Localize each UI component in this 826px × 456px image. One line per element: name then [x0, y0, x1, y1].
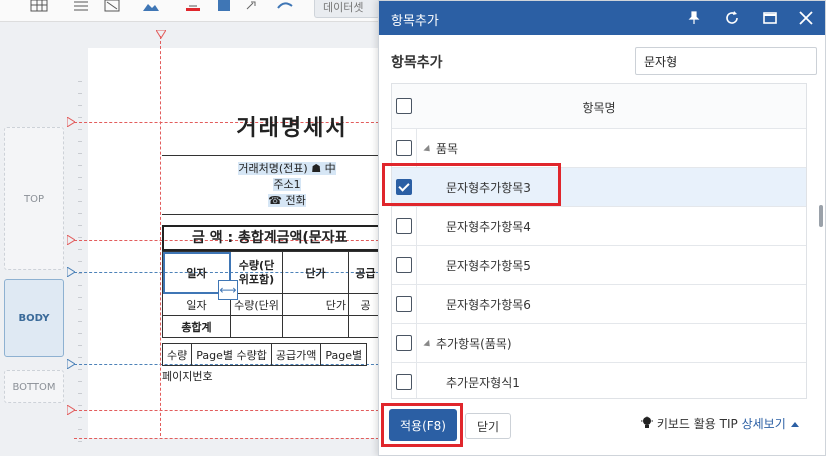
line-icon[interactable]	[104, 0, 122, 12]
maximize-icon[interactable]	[761, 9, 779, 27]
guide-line	[74, 410, 384, 411]
lightbulb-icon	[641, 416, 653, 428]
item-checkbox[interactable]	[396, 257, 412, 273]
item-checkbox[interactable]	[396, 140, 412, 156]
customer-name-field[interactable]: 거래처명(전표) ☗ 中	[238, 162, 336, 175]
band-marker-icon[interactable]	[67, 359, 75, 369]
highlight-box	[381, 403, 463, 447]
footer-page-amount[interactable]: Page별	[320, 343, 368, 366]
items-table[interactable]: 일자 수량(단 위포함) 단가 공급 일자 수량(단위 단가 공 총합계	[162, 251, 383, 338]
keyboard-tip: 키보드 활용 TIP 상세보기	[641, 415, 800, 432]
image-icon[interactable]	[142, 0, 160, 12]
footer-supply-amount[interactable]: 공급가액	[270, 343, 322, 366]
highlight-box	[382, 163, 561, 206]
address-field[interactable]: 주소1	[273, 178, 301, 191]
item-checkbox[interactable]	[396, 296, 412, 312]
band-marker-icon[interactable]	[67, 405, 75, 415]
customer-info-box[interactable]: 거래처명(전표) ☗ 中 주소1 ☎ 전화	[162, 155, 412, 215]
item-label: 문자형추가항목4	[446, 220, 531, 234]
guide-line	[74, 438, 384, 439]
list-scrollbar[interactable]	[819, 205, 823, 227]
band-marker-icon[interactable]	[67, 117, 75, 127]
band-top[interactable]: TOP	[4, 127, 64, 270]
item-checkbox[interactable]	[396, 218, 412, 234]
dialog-title: 항목추가	[391, 14, 439, 29]
band-marker-icon[interactable]	[67, 235, 75, 245]
expand-icon[interactable]	[423, 144, 433, 155]
search-input[interactable]	[635, 47, 817, 75]
close-icon[interactable]	[797, 9, 815, 27]
item-label: 문자형추가항목5	[446, 259, 531, 273]
expand-icon[interactable]	[423, 339, 433, 350]
list-item[interactable]: 문자형추가항목4	[392, 207, 806, 246]
vertical-ruler	[74, 70, 82, 450]
dataset-button[interactable]: 데이터셋	[314, 0, 380, 18]
dialog-subtitle: 항목추가	[391, 55, 443, 71]
item-checkbox[interactable]	[396, 374, 412, 390]
unlink-icon[interactable]	[276, 0, 294, 12]
total-amount-field[interactable]: 금 액 : 총합계금액(문자표	[162, 225, 402, 251]
item-label: 추가문자형식1	[446, 376, 520, 390]
table-icon[interactable]	[30, 0, 48, 12]
cell-total-label[interactable]: 총합계	[162, 315, 231, 338]
list-item[interactable]: 추가문자형식1	[392, 363, 806, 398]
column-header-item-name: 항목명	[582, 101, 616, 115]
item-label: 문자형추가항목6	[446, 298, 531, 312]
item-list: 항목명 품목 문자형추가항목3 문자형추가항목4 문자형추가항목5 문자형추가항…	[391, 83, 807, 399]
add-item-dialog: 항목추가 항목추가 항목명 품목 문자형추가항목3 문자형추가항목4 문자형추가…	[378, 0, 826, 456]
pin-icon[interactable]	[685, 9, 703, 27]
tip-detail-link[interactable]: 상세보기	[742, 417, 786, 431]
footer-quantity[interactable]: 수량	[161, 343, 193, 366]
close-button[interactable]: 닫기	[465, 413, 511, 439]
link-icon[interactable]	[244, 0, 262, 12]
column-marker-icon[interactable]	[156, 30, 166, 40]
list-item[interactable]: 문자형추가항목5	[392, 246, 806, 285]
cell-empty[interactable]	[282, 315, 349, 338]
header-quantity[interactable]: 수량(단 위포함)	[230, 251, 283, 294]
band-bottom[interactable]: BOTTOM	[4, 370, 64, 403]
page-number-field[interactable]: 페이지번호	[162, 368, 213, 384]
cell-price[interactable]: 단가	[282, 293, 349, 316]
tip-label: 키보드 활용 TIP	[656, 417, 738, 431]
align-icon[interactable]	[72, 0, 90, 12]
group-label: 추가항목(품목)	[436, 337, 512, 351]
list-item[interactable]: 문자형추가항목6	[392, 285, 806, 324]
band-marker-icon[interactable]	[67, 267, 75, 277]
footer-page-quantity[interactable]: Page별 수량합	[191, 343, 272, 366]
header-price[interactable]: 단가	[282, 251, 349, 294]
edit-icon[interactable]	[216, 0, 234, 12]
list-header: 항목명	[392, 84, 806, 129]
resize-handle-icon[interactable]: ⟷	[218, 280, 238, 300]
caret-up-icon[interactable]	[790, 420, 800, 428]
dialog-titlebar: 항목추가	[379, 1, 825, 35]
group-label: 품목	[436, 142, 459, 156]
band-body[interactable]: BODY	[4, 279, 64, 357]
text-color-icon[interactable]	[184, 0, 202, 12]
refresh-icon[interactable]	[723, 9, 741, 27]
list-item[interactable]: 추가항목(품목)	[392, 324, 806, 363]
cell-empty[interactable]	[230, 315, 283, 338]
cell-quantity[interactable]: 수량(단위	[230, 293, 283, 316]
margin-guide-line	[160, 36, 161, 436]
footer-table[interactable]: 수량 Page별 수량합 공급가액 Page별	[161, 343, 368, 366]
item-checkbox[interactable]	[396, 335, 412, 351]
phone-field[interactable]: ☎ 전화	[268, 194, 306, 207]
